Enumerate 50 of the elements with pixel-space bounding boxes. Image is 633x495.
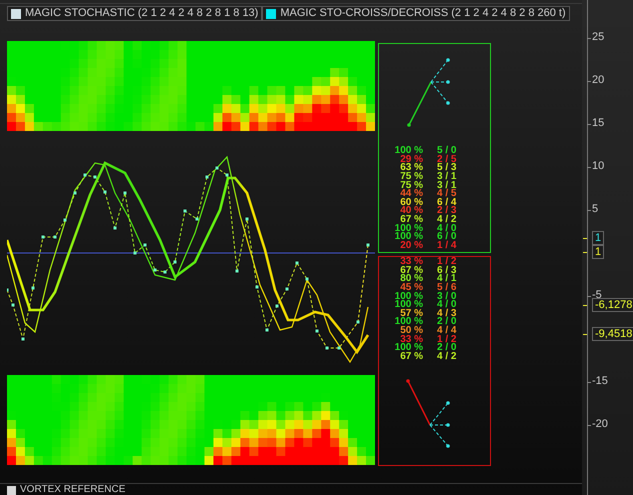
percent-value: 29 % xyxy=(399,154,423,165)
axis-tick-label: 5 xyxy=(592,204,598,215)
legend-label: MAGIC STO-CROISS/DECROISS (2 1 2 4 2 4 8 2 8 260 t) xyxy=(280,8,566,19)
ratio-value: 2 / 0 xyxy=(437,343,456,354)
ratio-value: 6 / 0 xyxy=(437,232,456,242)
ratio-value: 1 / 2 xyxy=(437,257,456,268)
percent-value: 67 % xyxy=(400,215,423,226)
percent-value: 40 % xyxy=(399,206,423,216)
percent-value: 75 % xyxy=(399,172,423,182)
ratio-value: 4 / 4 xyxy=(437,326,456,336)
axis-tick-label: 10 xyxy=(592,160,604,172)
percent-value: 63 % xyxy=(399,163,423,174)
ratio-value: 4 / 2 xyxy=(437,215,456,226)
price-badge: 1 xyxy=(592,245,604,259)
percent-value: 100 % xyxy=(394,232,423,242)
percent-value: 50 % xyxy=(399,326,423,336)
percent-value: 100 % xyxy=(394,343,423,354)
axis-tick-label: -20 xyxy=(592,419,608,430)
ratio-value: 5 / 0 xyxy=(437,146,456,156)
percent-value: 20 % xyxy=(399,240,423,251)
percent-value: 67 % xyxy=(399,352,423,362)
percent-value: 67 % xyxy=(399,266,423,276)
axis-tick-label: 20 xyxy=(592,74,604,86)
percent-value: 100 % xyxy=(394,300,423,310)
ratio-value: 4 / 5 xyxy=(437,189,456,200)
axis-tick-label: -15 xyxy=(592,376,608,388)
price-badge: 1 xyxy=(592,231,604,245)
legend-label: VORTEX REFERENCE xyxy=(20,485,126,495)
ratio-value: 4 / 1 xyxy=(437,274,456,284)
ratio-value: 4 / 2 xyxy=(437,352,456,362)
ratio-value: 5 / 6 xyxy=(437,283,456,294)
ratio-value: 5 / 3 xyxy=(437,163,456,174)
legend-label: MAGIC STOCHASTIC (2 1 2 4 2 4 8 2 8 1 8 13) xyxy=(25,8,258,19)
ratio-value: 3 / 1 xyxy=(437,172,456,182)
percent-value: 44 % xyxy=(399,189,423,200)
percent-value: 100 % xyxy=(394,146,423,156)
axis-tick-label: 15 xyxy=(592,118,604,129)
ratio-value: 4 / 0 xyxy=(437,300,456,310)
ratio-value: 2 / 0 xyxy=(437,317,456,328)
arrow-fan-drawing xyxy=(406,379,450,448)
ratio-value: 1 / 4 xyxy=(437,240,456,251)
arrow-fan-drawing xyxy=(407,58,450,127)
price-badge: -9,4518 xyxy=(592,327,633,341)
percent-value: 33 % xyxy=(399,257,423,268)
axis-tick-label: 25 xyxy=(592,32,604,42)
price-badge: -6,1278 xyxy=(592,298,633,312)
percent-value: 45 % xyxy=(400,283,423,294)
percent-value: 100 % xyxy=(394,317,423,328)
ratio-value: 2 / 3 xyxy=(437,206,456,216)
percent-value: 80 % xyxy=(399,274,423,284)
